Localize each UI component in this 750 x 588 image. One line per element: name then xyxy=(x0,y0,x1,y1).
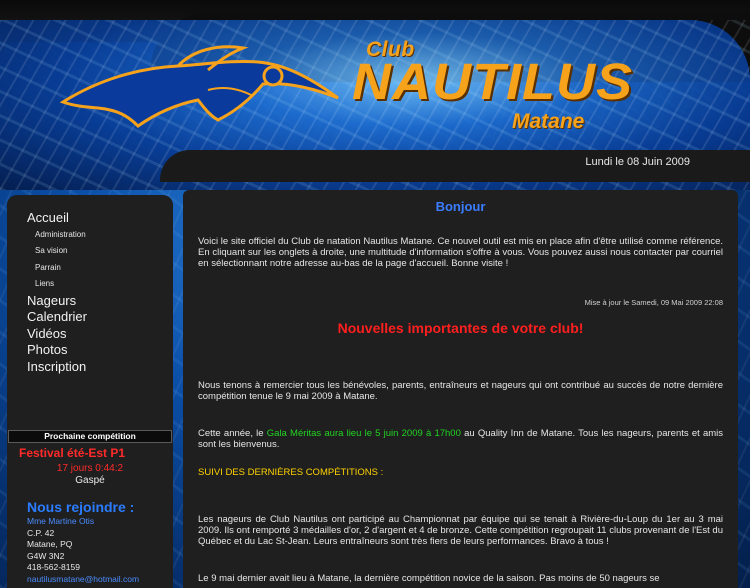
next-event-place: Gaspé xyxy=(75,475,105,486)
nav-videos[interactable]: Vidéos xyxy=(27,326,87,343)
nav-nageurs[interactable]: Nageurs xyxy=(27,293,87,310)
nav-photos[interactable]: Photos xyxy=(27,342,87,359)
results-paragraph: Les nageurs de Club Nautilus ont partici… xyxy=(198,514,723,548)
novice-paragraph: Le 9 mai dernier avait lieu à Matane, la… xyxy=(198,573,660,584)
gala-prefix: Cette année, le xyxy=(198,428,267,439)
join-heading: Nous rejoindre : xyxy=(27,499,135,515)
last-updated: Mise à jour le Samedi, 09 Mai 2009 22:08 xyxy=(584,298,723,307)
gala-paragraph: Cette année, le Gala Méritas aura lieu l… xyxy=(198,428,723,450)
thanks-paragraph: Nous tenons à remercier tous les bénévol… xyxy=(198,380,723,403)
gala-highlight: Gala Méritas aura lieu le 5 juin 2009 à … xyxy=(266,428,461,439)
nav-accueil[interactable]: Accueil xyxy=(27,210,87,227)
nav-calendrier[interactable]: Calendrier xyxy=(27,309,87,326)
contact-name: Mme Martine Otis xyxy=(27,516,95,526)
nav-administration[interactable]: Administration xyxy=(27,227,87,244)
contact-postal: G4W 3N2 xyxy=(27,550,65,561)
contact-email-link[interactable]: nautilusmatane@hotmail.com xyxy=(27,574,139,586)
results-heading: SUIVI DES DERNIÈRES COMPÉTITIONS : xyxy=(198,467,384,478)
intro-paragraph: Voici le site officiel du Club de natati… xyxy=(198,236,723,270)
main-content: Bonjour Voici le site officiel du Club d… xyxy=(183,190,738,588)
contact-address-1: C.P. 42 xyxy=(27,527,55,538)
sidebar-info-panel: Festival été-Est P1 17 jours 0:44:2 Gasp… xyxy=(8,443,172,588)
nav-menu: Accueil Administration Sa vision Parrain… xyxy=(27,210,87,375)
nav-inscription[interactable]: Inscription xyxy=(27,359,87,376)
current-date: Lundi le 08 Juin 2009 xyxy=(585,156,690,168)
swimmer-logo-icon xyxy=(59,45,339,128)
contact-phone: 418-562-8159 xyxy=(27,562,80,572)
nav-liens[interactable]: Liens xyxy=(27,276,87,293)
club-name: NAUTILUS xyxy=(352,53,633,111)
nav-sa-vision[interactable]: Sa vision xyxy=(27,243,87,260)
contact-address-2: Matane, PQ xyxy=(27,539,73,549)
greeting-title: Bonjour xyxy=(435,199,486,214)
site-header: Club NAUTILUS Matane Lundi le 08 Juin 20… xyxy=(0,0,750,190)
contact-block: Mme Martine Otis C.P. 42 Matane, PQ G4W … xyxy=(27,516,139,585)
next-event-name[interactable]: Festival été-Est P1 xyxy=(19,446,125,460)
next-event-countdown: 17 jours 0:44:2 xyxy=(56,463,124,474)
nav-parrain[interactable]: Parrain xyxy=(27,260,87,277)
news-title: Nouvelles importantes de votre club! xyxy=(337,320,584,336)
next-competition-heading: Prochaine compétition xyxy=(8,430,172,443)
club-city: Matane xyxy=(512,110,585,133)
